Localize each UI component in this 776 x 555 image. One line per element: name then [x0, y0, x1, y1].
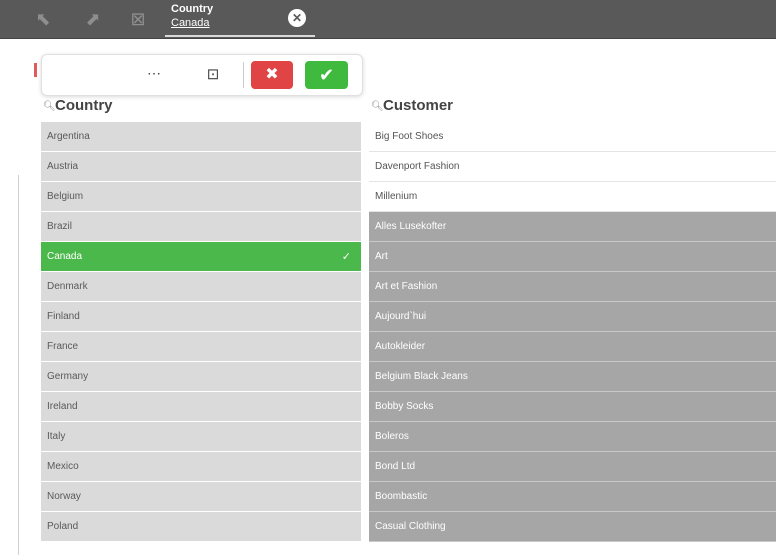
list-item[interactable]: Denmark	[41, 272, 361, 302]
list-item-label: Argentina	[47, 131, 90, 142]
clear-all-icon[interactable]: ⊠	[125, 6, 151, 32]
list-item-excluded[interactable]: Alles Lusekofter	[369, 212, 776, 242]
list-item-label: Denmark	[47, 281, 88, 292]
selections-bar: ⬉ ⬈ ⊠ Country Canada ✕	[0, 0, 776, 39]
list-item[interactable]: Mexico	[41, 452, 361, 482]
list-item-label: Italy	[47, 431, 66, 442]
list-item-excluded[interactable]: Bobby Socks	[369, 392, 776, 422]
list-item[interactable]: Brazil	[41, 212, 361, 242]
list-item[interactable]: France	[41, 332, 361, 362]
list-item-excluded[interactable]: Casual Clothing	[369, 512, 776, 542]
list-item-label: Austria	[47, 161, 79, 172]
list-item-label: Mexico	[47, 461, 79, 472]
country-title: Country	[55, 97, 113, 114]
list-item-selected[interactable]: Canada ✓	[41, 242, 361, 272]
country-header[interactable]: 🔍︎ Country	[41, 95, 361, 121]
list-item-label: Brazil	[47, 221, 73, 232]
list-item-label: Belgium	[47, 191, 84, 202]
list-item-excluded[interactable]: Aujourd`hui	[369, 302, 776, 332]
list-item-excluded[interactable]: Boombastic	[369, 482, 776, 512]
left-panel-marker	[34, 63, 37, 77]
customer-title: Customer	[383, 97, 454, 114]
list-item-excluded[interactable]: Bond Ltd	[369, 452, 776, 482]
list-item-excluded[interactable]: Art et Fashion	[369, 272, 776, 302]
step-back-icon[interactable]: ⬉	[30, 6, 56, 32]
list-item[interactable]: Italy	[41, 422, 361, 452]
search-icon: 🔍︎	[43, 101, 56, 112]
country-listbox: Argentina Austria Belgium Brazil Canada ✓ Denm…	[41, 122, 361, 542]
list-item[interactable]: Poland	[41, 512, 361, 542]
list-item[interactable]: Ireland	[41, 392, 361, 422]
step-forward-icon[interactable]: ⬈	[80, 6, 106, 32]
list-item-possible[interactable]: Millenium	[369, 182, 776, 212]
list-item-label: Canada	[47, 251, 83, 262]
list-item-excluded[interactable]: Boleros	[369, 422, 776, 452]
listbox-toolbar: ⋯ ⊡ ✖ ✔	[41, 54, 363, 96]
list-item-label: Finland	[47, 311, 80, 322]
chip-field: Country	[171, 3, 214, 15]
selection-chip[interactable]: Country Canada ✕	[165, 2, 315, 37]
list-item-label: Germany	[47, 371, 89, 382]
check-icon: ✔	[318, 65, 335, 85]
list-item[interactable]: Germany	[41, 362, 361, 392]
list-item-label: France	[47, 341, 79, 352]
list-item-label: Poland	[47, 521, 79, 532]
list-item[interactable]: Austria	[41, 152, 361, 182]
chip-value: Canada	[171, 17, 210, 29]
list-item[interactable]: Norway	[41, 482, 361, 512]
list-item[interactable]: Belgium	[41, 182, 361, 212]
list-item-label: Norway	[47, 491, 81, 502]
left-panel-edge	[0, 175, 19, 555]
list-item-label: Ireland	[47, 401, 78, 412]
list-item[interactable]: Finland	[41, 302, 361, 332]
list-item-excluded[interactable]: Autokleider	[369, 332, 776, 362]
toolbar-divider	[243, 62, 244, 88]
customer-header[interactable]: 🔍︎ Customer	[369, 95, 776, 121]
customer-listbox: Big Foot Shoes Davenport Fashion Millenium…	[369, 122, 776, 542]
check-icon: ✓	[341, 251, 351, 263]
cancel-selection-button[interactable]: ✖	[251, 61, 293, 89]
search-icon: 🔍︎	[371, 101, 384, 112]
more-options-icon[interactable]: ⋯	[147, 65, 162, 82]
list-item-excluded[interactable]: Belgium Black Jeans	[369, 362, 776, 392]
list-item-possible[interactable]: Big Foot Shoes	[369, 122, 776, 152]
selection-tools-icon[interactable]: ⊡	[202, 64, 224, 86]
cancel-icon: ✖	[265, 66, 279, 83]
list-item-excluded[interactable]: Art	[369, 242, 776, 272]
list-item-possible[interactable]: Davenport Fashion	[369, 152, 776, 182]
chip-clear-icon[interactable]: ✕	[288, 9, 306, 27]
confirm-selection-button[interactable]: ✔	[305, 61, 348, 89]
list-item[interactable]: Argentina	[41, 122, 361, 152]
